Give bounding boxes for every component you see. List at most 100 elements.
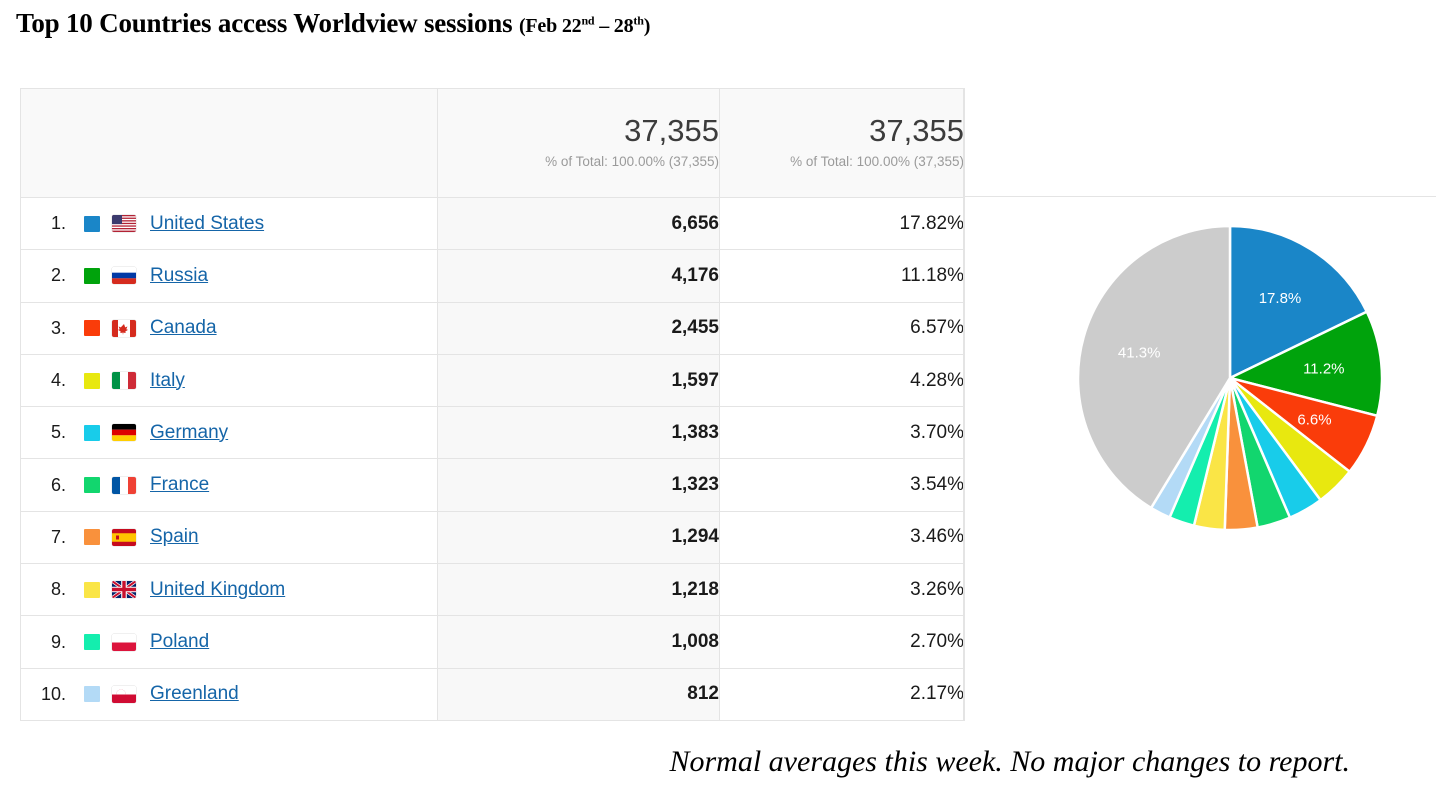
series-color-swatch bbox=[84, 686, 100, 703]
header-cell-sessions: 37,355 % of Total: 100.00% (37,355) bbox=[437, 88, 720, 198]
header-percent-total: 37,355 bbox=[869, 112, 964, 148]
flag-icon-es bbox=[112, 528, 136, 546]
series-color-swatch bbox=[84, 267, 100, 284]
sessions-pie-chart: 17.8% 11.2% 6.6% 41.3% bbox=[1074, 222, 1386, 534]
cell-country: 3. Canada bbox=[20, 301, 438, 355]
row-rank: 1. bbox=[50, 213, 66, 234]
row-rank: 3. bbox=[50, 317, 66, 338]
cell-percent: 3.70% bbox=[719, 406, 965, 460]
header-cell-percent: 37,355 % of Total: 100.00% (37,355) bbox=[719, 88, 965, 198]
cell-percent: 3.54% bbox=[719, 458, 965, 512]
pie-label-united-states: 17.8% bbox=[1259, 290, 1302, 307]
cell-country: 1. United States bbox=[20, 196, 438, 251]
cell-country: 10. Greenland bbox=[20, 667, 438, 721]
page-title-date-dash: – 28 bbox=[594, 15, 634, 37]
cell-percent: 2.17% bbox=[719, 667, 965, 721]
cell-sessions: 1,383 bbox=[437, 406, 720, 460]
cell-percent: 2.70% bbox=[719, 615, 965, 669]
cell-sessions: 4,176 bbox=[437, 249, 720, 303]
cell-sessions: 6,656 bbox=[437, 196, 720, 251]
row-rank: 9. bbox=[50, 631, 66, 652]
cell-percent: 11.18% bbox=[719, 249, 965, 303]
pie-label-canada: 6.6% bbox=[1297, 412, 1331, 429]
page-title: Top 10 Countries access Worldview sessio… bbox=[16, 8, 650, 39]
header-sessions-total: 37,355 bbox=[624, 112, 719, 148]
country-link[interactable]: Spain bbox=[150, 526, 199, 548]
cell-percent: 3.46% bbox=[719, 510, 965, 565]
row-rank: 4. bbox=[50, 370, 66, 391]
country-link[interactable]: Russia bbox=[150, 265, 208, 287]
series-color-swatch bbox=[84, 581, 100, 598]
page-title-ordinal-2: th bbox=[633, 13, 644, 28]
cell-sessions: 1,218 bbox=[437, 563, 720, 617]
table-header-row: 37,355 % of Total: 100.00% (37,355) 37,3… bbox=[20, 88, 965, 198]
header-sessions-subtotal: % of Total: 100.00% (37,355) bbox=[545, 154, 719, 170]
country-link[interactable]: Italy bbox=[150, 370, 185, 392]
row-rank: 7. bbox=[50, 526, 66, 547]
cell-sessions: 1,323 bbox=[437, 458, 720, 512]
country-link[interactable]: United Kingdom bbox=[150, 579, 285, 601]
table-row: 7. Spain 1,294 3.46% bbox=[20, 510, 965, 565]
pie-svg: 17.8% 11.2% 6.6% 41.3% bbox=[1076, 224, 1384, 532]
cell-country: 8. United Kingdom bbox=[20, 563, 438, 617]
country-link[interactable]: Germany bbox=[150, 422, 228, 444]
pie-label-russia: 11.2% bbox=[1303, 361, 1344, 378]
table-row: 3. Canada 2,455 6.57% bbox=[20, 301, 965, 355]
flag-icon-gl bbox=[112, 685, 136, 703]
cell-country: 9. Poland bbox=[20, 615, 438, 669]
cell-percent: 6.57% bbox=[719, 301, 965, 355]
series-color-swatch bbox=[84, 529, 100, 546]
flag-icon-gb bbox=[112, 581, 136, 599]
country-link[interactable]: France bbox=[150, 474, 209, 496]
country-link[interactable]: Poland bbox=[150, 631, 209, 653]
flag-icon-us bbox=[112, 215, 136, 233]
series-color-swatch bbox=[84, 372, 100, 389]
header-cell-country bbox=[20, 88, 438, 198]
table-body: 1. United States 6,656 17.82% 2. Russia 4,176 1… bbox=[20, 196, 965, 721]
row-rank: 5. bbox=[50, 422, 66, 443]
table-row: 8. United Kingdom 1,218 3.26% bbox=[20, 563, 965, 617]
table-right-border bbox=[963, 88, 964, 720]
cell-country: 2. Russia bbox=[20, 249, 438, 303]
series-color-swatch bbox=[84, 215, 100, 232]
page-title-ordinal-1: nd bbox=[581, 13, 595, 28]
table-row: 9. Poland 1,008 2.70% bbox=[20, 615, 965, 669]
page-title-date-open: (Feb 22 bbox=[518, 15, 582, 37]
flag-icon-pl bbox=[112, 633, 136, 651]
cell-percent: 3.26% bbox=[719, 563, 965, 617]
page-title-date-close: ) bbox=[643, 15, 651, 37]
cell-country: 5. Germany bbox=[20, 406, 438, 460]
page-title-main: Top 10 Countries access Worldview sessio… bbox=[16, 8, 519, 38]
cell-country: 7. Spain bbox=[20, 510, 438, 565]
flag-icon-it bbox=[112, 372, 136, 390]
table-row: 6. France 1,323 3.54% bbox=[20, 458, 965, 512]
cell-sessions: 1,294 bbox=[437, 510, 720, 565]
cell-country: 4. Italy bbox=[20, 353, 438, 408]
countries-table: 37,355 % of Total: 100.00% (37,355) 37,3… bbox=[20, 88, 965, 721]
country-link[interactable]: Canada bbox=[150, 317, 217, 339]
header-percent-subtotal: % of Total: 100.00% (37,355) bbox=[790, 154, 964, 170]
table-row: 5. Germany 1,383 3.70% bbox=[20, 406, 965, 460]
series-color-swatch bbox=[84, 320, 100, 337]
country-link[interactable]: United States bbox=[150, 213, 264, 235]
cell-country: 6. France bbox=[20, 458, 438, 512]
series-color-swatch bbox=[84, 424, 100, 441]
cell-sessions: 812 bbox=[437, 667, 720, 721]
row-rank: 10. bbox=[40, 683, 66, 704]
cell-sessions: 1,008 bbox=[437, 615, 720, 669]
table-row: 10. Greenland 812 2.17% bbox=[20, 667, 965, 721]
table-row: 4. Italy 1,597 4.28% bbox=[20, 353, 965, 408]
cell-sessions: 1,597 bbox=[437, 353, 720, 408]
country-link[interactable]: Greenland bbox=[150, 683, 239, 705]
series-color-swatch bbox=[84, 477, 100, 494]
series-color-swatch bbox=[84, 634, 100, 651]
cell-sessions: 2,455 bbox=[437, 301, 720, 355]
table-row: 1. United States 6,656 17.82% bbox=[20, 196, 965, 251]
summary-caption: Normal averages this week. No major chan… bbox=[669, 745, 1351, 778]
cell-percent: 4.28% bbox=[719, 353, 965, 408]
flag-icon-fr bbox=[112, 476, 136, 494]
row-rank: 6. bbox=[50, 474, 66, 495]
row-rank: 2. bbox=[50, 265, 66, 286]
cell-percent: 17.82% bbox=[719, 196, 965, 251]
row-rank: 8. bbox=[50, 579, 66, 600]
